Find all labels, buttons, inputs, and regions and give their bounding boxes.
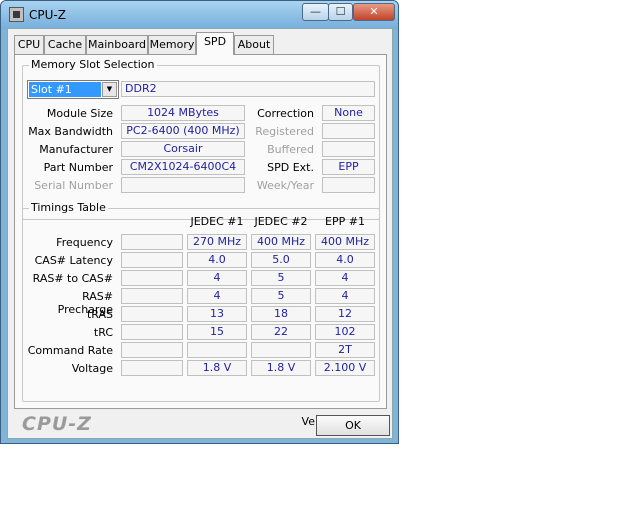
cpuz-window: CPU-Z — ☐ ✕ CPU Cache Mainboard Memory S… bbox=[0, 0, 399, 444]
timing-cell: 18 bbox=[251, 306, 311, 322]
column-header-jedec1: JEDEC #1 bbox=[190, 215, 244, 228]
timing-row-label: CAS# Latency bbox=[34, 254, 113, 267]
registered-label: Registered bbox=[255, 125, 314, 138]
timing-spare-cell bbox=[121, 252, 183, 268]
window-title: CPU-Z bbox=[29, 8, 66, 22]
week-year-value bbox=[322, 177, 375, 193]
spd-ext-value: EPP bbox=[322, 159, 375, 175]
tab-mainboard[interactable]: Mainboard bbox=[86, 35, 148, 54]
part-number-label: Part Number bbox=[43, 161, 113, 174]
timing-spare-cell bbox=[121, 288, 183, 304]
tab-spd[interactable]: SPD bbox=[196, 32, 234, 55]
timing-spare-cell bbox=[121, 234, 183, 250]
manufacturer-value: Corsair bbox=[121, 141, 245, 157]
close-button[interactable]: ✕ bbox=[353, 3, 395, 21]
max-bandwidth-value: PC2-6400 (400 MHz) bbox=[121, 123, 245, 139]
timing-spare-cell bbox=[121, 342, 183, 358]
slot-select-value: Slot #1 bbox=[29, 82, 101, 97]
memory-slot-group-title: Memory Slot Selection bbox=[29, 58, 157, 71]
timing-row-label: tRAS bbox=[86, 308, 113, 321]
timing-cell: 5 bbox=[251, 270, 311, 286]
minimize-button[interactable]: — bbox=[302, 3, 329, 21]
timings-table-title: Timings Table bbox=[29, 201, 108, 214]
buffered-value bbox=[322, 141, 375, 157]
slot-select[interactable]: Slot #1 ▼ bbox=[27, 80, 119, 99]
timing-cell: 5.0 bbox=[251, 252, 311, 268]
module-size-value: 1024 MBytes bbox=[121, 105, 245, 121]
timing-row-label: Voltage bbox=[71, 362, 113, 375]
timing-cell: 15 bbox=[187, 324, 247, 340]
timing-cell bbox=[251, 342, 311, 358]
tab-memory[interactable]: Memory bbox=[148, 35, 196, 54]
timing-cell: 5 bbox=[251, 288, 311, 304]
app-icon bbox=[9, 7, 24, 22]
timing-cell: 22 bbox=[251, 324, 311, 340]
memory-type-value: DDR2 bbox=[121, 81, 375, 97]
timing-cell: 4 bbox=[315, 270, 375, 286]
correction-label: Correction bbox=[257, 107, 314, 120]
timing-cell: 12 bbox=[315, 306, 375, 322]
week-year-label: Week/Year bbox=[256, 179, 314, 192]
timing-spare-cell bbox=[121, 270, 183, 286]
registered-value bbox=[322, 123, 375, 139]
tab-cpu[interactable]: CPU bbox=[14, 35, 44, 54]
timing-cell: 13 bbox=[187, 306, 247, 322]
module-size-label: Module Size bbox=[46, 107, 113, 120]
spd-ext-label: SPD Ext. bbox=[267, 161, 314, 174]
timing-cell: 4 bbox=[315, 288, 375, 304]
tab-about[interactable]: About bbox=[234, 35, 274, 54]
timing-row-label: Frequency bbox=[56, 236, 113, 249]
part-number-value: CM2X1024-6400C4 bbox=[121, 159, 245, 175]
maximize-button[interactable]: ☐ bbox=[328, 3, 353, 21]
serial-number-value bbox=[121, 177, 245, 193]
timing-row-label: tRC bbox=[93, 326, 113, 339]
timing-spare-cell bbox=[121, 360, 183, 376]
timing-row-label: RAS# to CAS# bbox=[32, 272, 113, 285]
timing-cell: 400 MHz bbox=[315, 234, 375, 250]
timing-spare-cell bbox=[121, 306, 183, 322]
timing-cell: 2T bbox=[315, 342, 375, 358]
timing-cell: 4.0 bbox=[187, 252, 247, 268]
timing-cell: 2.100 V bbox=[315, 360, 375, 376]
manufacturer-label: Manufacturer bbox=[39, 143, 113, 156]
timing-cell: 270 MHz bbox=[187, 234, 247, 250]
title-bar[interactable]: CPU-Z — ☐ ✕ bbox=[1, 1, 398, 29]
column-header-jedec2: JEDEC #2 bbox=[254, 215, 308, 228]
chevron-down-icon[interactable]: ▼ bbox=[102, 82, 117, 97]
timing-cell: 1.8 V bbox=[251, 360, 311, 376]
timing-cell: 1.8 V bbox=[187, 360, 247, 376]
timing-cell: 4 bbox=[187, 270, 247, 286]
buffered-label: Buffered bbox=[267, 143, 314, 156]
timing-cell: 4 bbox=[187, 288, 247, 304]
column-header-epp1: EPP #1 bbox=[325, 215, 365, 228]
timing-row-label: Command Rate bbox=[27, 344, 113, 357]
tab-cache[interactable]: Cache bbox=[44, 35, 86, 54]
timing-spare-cell bbox=[121, 324, 183, 340]
timing-cell bbox=[187, 342, 247, 358]
client-area: CPU Cache Mainboard Memory SPD About Mem… bbox=[7, 28, 393, 439]
ok-button[interactable]: OK bbox=[316, 415, 390, 436]
spd-panel: Memory Slot Selection Slot #1 ▼ DDR2 Mod… bbox=[14, 54, 387, 428]
timing-cell: 102 bbox=[315, 324, 375, 340]
timing-cell: 400 MHz bbox=[251, 234, 311, 250]
max-bandwidth-label: Max Bandwidth bbox=[28, 125, 113, 138]
cpuz-logo: CPU-Z bbox=[22, 413, 92, 435]
serial-number-label: Serial Number bbox=[34, 179, 113, 192]
timing-cell: 4.0 bbox=[315, 252, 375, 268]
correction-value: None bbox=[322, 105, 375, 121]
